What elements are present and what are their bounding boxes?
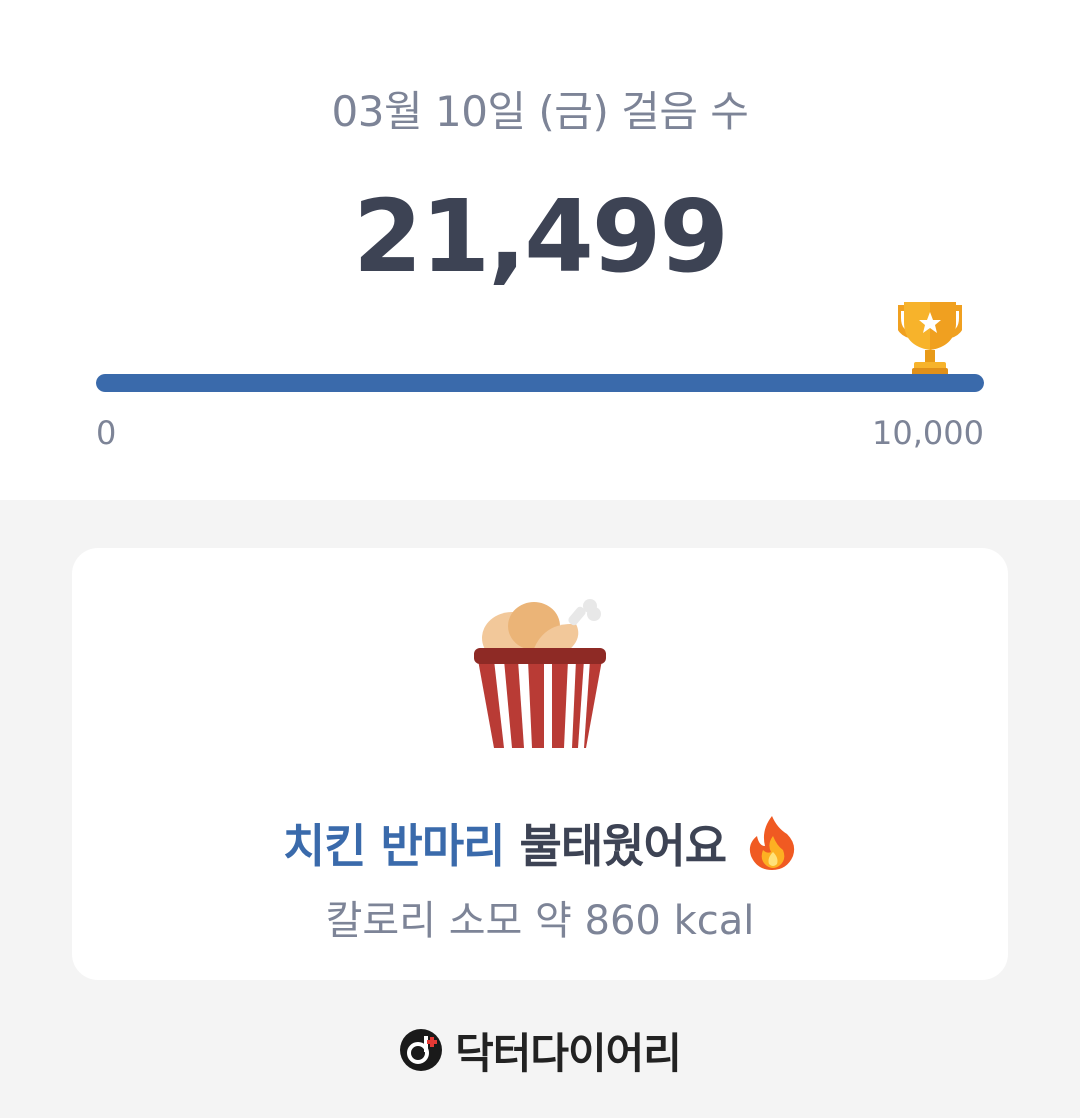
step-progress-bar: [96, 374, 984, 392]
food-equivalent-label: 치킨 반마리: [282, 819, 506, 873]
doctor-diary-logo-icon: [400, 1029, 443, 1071]
brand-name: 닥터다이어리: [455, 1028, 682, 1078]
progress-max-label: 10,000: [872, 414, 984, 452]
headline-suffix: 불태웠어요: [519, 819, 728, 873]
calorie-headline: 치킨 반마리 불태웠어요: [72, 810, 1008, 876]
trophy-icon: [898, 302, 962, 376]
steps-summary-section: 03월 10일 (금) 걸음 수 21,499 0 10,000: [0, 0, 1080, 500]
step-progress-fill: [96, 374, 984, 392]
calorie-burned-text: 칼로리 소모 약 860 kcal: [325, 898, 755, 944]
progress-min-label: 0: [96, 414, 117, 452]
step-count: 21,499: [353, 178, 729, 295]
calorie-card: 치킨 반마리 불태웠어요 칼로리 소모 약 860 kcal: [72, 548, 1008, 980]
fire-icon: [749, 816, 795, 870]
date-title: 03월 10일 (금) 걸음 수: [331, 87, 749, 136]
chicken-bucket-icon: [474, 599, 606, 748]
brand-footer: 닥터다이어리: [0, 1020, 1080, 1080]
